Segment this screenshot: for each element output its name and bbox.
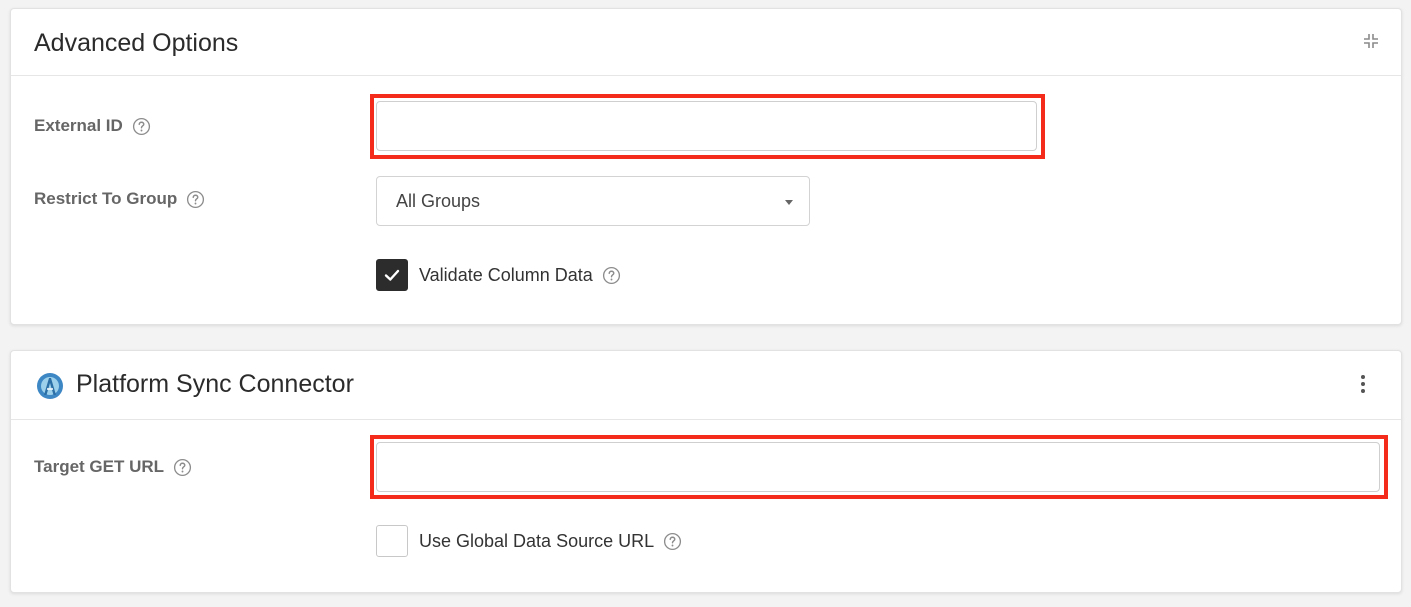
advanced-options-title: Advanced Options bbox=[34, 29, 239, 57]
use-global-url-row[interactable]: Use Global Data Source URL bbox=[376, 525, 682, 557]
target-get-url-input[interactable] bbox=[376, 442, 1380, 492]
platform-sync-header: Platform Sync Connector bbox=[11, 351, 1401, 420]
connector-logo-icon bbox=[37, 373, 63, 399]
target-get-url-label-group: Target GET URL bbox=[34, 457, 192, 477]
use-global-url-label: Use Global Data Source URL bbox=[419, 531, 655, 551]
advanced-options-panel: Advanced Options External ID Restrict To… bbox=[10, 8, 1402, 325]
kebab-menu-icon bbox=[1361, 375, 1365, 393]
more-options-button[interactable] bbox=[1353, 372, 1373, 396]
platform-sync-title: Platform Sync Connector bbox=[76, 370, 354, 398]
use-global-url-checkbox[interactable] bbox=[376, 525, 408, 557]
help-circle-icon[interactable] bbox=[663, 532, 682, 551]
validate-column-data-row[interactable]: Validate Column Data bbox=[376, 259, 621, 291]
restrict-group-label: Restrict To Group bbox=[34, 189, 178, 208]
checkmark-icon bbox=[384, 269, 400, 281]
help-circle-icon[interactable] bbox=[602, 266, 621, 285]
caret-down-icon bbox=[785, 200, 793, 205]
external-id-input[interactable] bbox=[376, 101, 1037, 151]
restrict-group-selected-value: All Groups bbox=[396, 191, 481, 211]
platform-sync-panel: Platform Sync Connector Target GET URL U… bbox=[10, 350, 1402, 593]
external-id-label: External ID bbox=[34, 116, 123, 135]
collapse-icon bbox=[1364, 34, 1378, 48]
help-circle-icon[interactable] bbox=[173, 458, 192, 477]
help-circle-icon[interactable] bbox=[132, 117, 151, 136]
restrict-group-select[interactable]: All Groups bbox=[376, 176, 810, 226]
target-get-url-label: Target GET URL bbox=[34, 457, 165, 476]
collapse-button[interactable] bbox=[1359, 29, 1383, 53]
help-circle-icon[interactable] bbox=[186, 190, 205, 209]
external-id-label-group: External ID bbox=[34, 116, 151, 136]
validate-column-data-checkbox[interactable] bbox=[376, 259, 408, 291]
restrict-group-label-group: Restrict To Group bbox=[34, 189, 205, 209]
advanced-options-header: Advanced Options bbox=[11, 9, 1401, 76]
validate-column-data-label: Validate Column Data bbox=[419, 265, 593, 285]
